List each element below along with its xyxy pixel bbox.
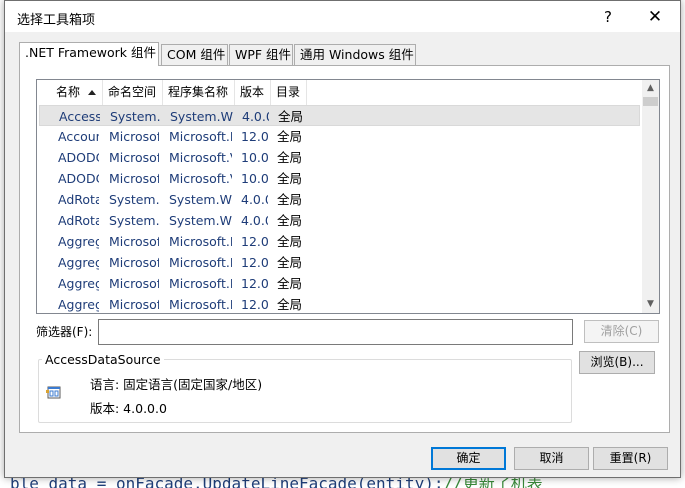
cell-version: 12.0.0.0: [241, 129, 268, 144]
list-item[interactable]: AccessDataSource System.Web.UI.WebControl…: [39, 105, 640, 126]
cell-version: 4.0.0.0: [241, 192, 268, 207]
cell-assembly: System.Web: [170, 109, 233, 124]
cell-version: 12.0.0.0: [241, 234, 268, 249]
list-item[interactable]: AggregateFunction Microsoft.ReportingServ…: [39, 273, 640, 294]
cell-namespace: Microsoft.ReportingServices: [109, 297, 159, 312]
scroll-thumb[interactable]: [643, 97, 658, 106]
cell-namespace: System.Web.UI.WebControls: [110, 109, 160, 124]
cell-directory: 全局: [277, 192, 303, 207]
list-item[interactable]: AdRotator System.Web.UI.MobileControls Sys…: [39, 189, 640, 210]
cell-directory: 全局: [277, 150, 303, 165]
clear-button[interactable]: 清除(C): [584, 320, 659, 343]
cell-namespace: System.Web.UI.WebControls: [109, 213, 159, 228]
ok-button[interactable]: 确定: [431, 447, 506, 470]
cell-directory: 全局: [277, 213, 303, 228]
list-item[interactable]: AggregateFunction Microsoft.ReportingServ…: [39, 294, 640, 313]
list-header: 名称 命名空间 程序集名称 版本 目录: [37, 80, 642, 105]
cell-assembly: Microsoft.ReportViewer: [169, 129, 232, 144]
cell-directory: 全局: [278, 109, 304, 124]
cell-version: 12.0.0.0: [241, 297, 268, 312]
list-item[interactable]: AggregateFunction Microsoft.ReportingServ…: [39, 252, 640, 273]
scroll-up-icon[interactable]: ▲: [642, 80, 659, 97]
list-item[interactable]: AggregateFunction Microsoft.ReportingServ…: [39, 231, 640, 252]
tab-com[interactable]: COM 组件: [161, 44, 228, 65]
tab-panel: 名称 命名空间 程序集名称 版本 目录 AccessDataSource Syst…: [19, 65, 670, 433]
details-title: AccessDataSource: [42, 352, 164, 367]
cell-name: AggregateFunction: [58, 297, 99, 312]
details-language: 语言: 固定语言(固定国家/地区): [90, 377, 263, 392]
browse-button[interactable]: 浏览(B)...: [579, 351, 655, 374]
cell-name: AccountsControl: [58, 129, 99, 144]
cell-directory: 全局: [277, 129, 303, 144]
help-button[interactable]: ?: [591, 4, 625, 30]
column-header-name[interactable]: 名称: [51, 80, 103, 105]
cell-namespace: Microsoft.VisualBasic.Compatibility: [109, 150, 159, 165]
cell-name: ADODC: [58, 171, 99, 186]
list-vertical-scrollbar[interactable]: ▲ ▼: [642, 80, 659, 313]
cell-name: AccessDataSource: [59, 109, 100, 124]
component-list[interactable]: 名称 命名空间 程序集名称 版本 目录 AccessDataSource Syst…: [36, 79, 660, 314]
cell-version: 10.0.0.0: [241, 171, 268, 186]
list-item[interactable]: AccountsControl Microsoft.ReportingServic…: [39, 126, 640, 147]
cell-directory: 全局: [277, 171, 303, 186]
cell-namespace: Microsoft.ReportingServices: [109, 234, 159, 249]
tab-wpf[interactable]: WPF 组件: [229, 44, 293, 65]
cell-assembly: System.Web.Mobile: [169, 192, 232, 207]
cell-assembly: System.Web: [169, 213, 232, 228]
cell-namespace: Microsoft.ReportingServices: [109, 276, 159, 291]
dialog-title: 选择工具箱项: [17, 13, 96, 28]
cell-name: AdRotator: [58, 213, 99, 228]
cell-directory: 全局: [277, 255, 303, 270]
filter-input[interactable]: [98, 319, 573, 345]
cell-name: AggregateFunction: [58, 276, 99, 291]
cell-assembly: Microsoft.ReportViewer: [169, 276, 232, 291]
column-header-assembly[interactable]: 程序集名称: [163, 80, 235, 105]
cancel-button[interactable]: 取消: [514, 447, 589, 470]
title-bar: 选择工具箱项 ? ✕: [5, 1, 680, 32]
cell-namespace: System.Web.UI.MobileControls: [109, 192, 159, 207]
cell-assembly: Microsoft.VisualBasic: [169, 171, 232, 186]
cell-version: 12.0.0.0: [241, 255, 268, 270]
filter-label: 筛选器(F):: [36, 325, 93, 339]
cell-version: 4.0.0.0: [242, 109, 269, 124]
close-button[interactable]: ✕: [635, 4, 675, 30]
list-item[interactable]: AdRotator System.Web.UI.WebControls System…: [39, 210, 640, 231]
cell-assembly: Microsoft.ReportViewer: [169, 297, 232, 312]
cell-directory: 全局: [277, 276, 303, 291]
cell-name: AggregateFunction: [58, 255, 99, 270]
list-item[interactable]: ADODC Microsoft.VisualBasic.Compatibility…: [39, 147, 640, 168]
list-item[interactable]: ADODC Microsoft.VisualBasic.Compatibility…: [39, 168, 640, 189]
cell-version: 12.0.0.0: [241, 276, 268, 291]
reset-button[interactable]: 重置(R): [593, 447, 668, 470]
cell-directory: 全局: [277, 234, 303, 249]
cell-name: ADODC: [58, 150, 99, 165]
column-header-directory[interactable]: 目录: [271, 80, 307, 105]
cell-assembly: Microsoft.ReportViewer: [169, 255, 232, 270]
column-header-label: 名称: [56, 85, 81, 99]
sort-ascending-icon: [88, 90, 96, 95]
cell-directory: 全局: [277, 297, 303, 312]
column-header-version[interactable]: 版本: [235, 80, 271, 105]
scroll-down-icon[interactable]: ▼: [642, 296, 659, 313]
choose-toolbox-items-dialog: 选择工具箱项 ? ✕ .NET Framework 组件 COM 组件 WPF …: [4, 0, 681, 478]
cell-name: AdRotator: [58, 192, 99, 207]
details-version: 版本: 4.0.0.0: [90, 401, 167, 416]
cell-version: 10.0.0.0: [241, 150, 268, 165]
cell-namespace: Microsoft.ReportingServices: [109, 255, 159, 270]
component-icon: [46, 386, 61, 399]
tab-universal-windows[interactable]: 通用 Windows 组件: [294, 44, 416, 65]
cell-namespace: Microsoft.ReportingServices: [109, 129, 159, 144]
column-header-namespace[interactable]: 命名空间: [103, 80, 163, 105]
cell-name: AggregateFunction: [58, 234, 99, 249]
cell-assembly: Microsoft.ReportViewer: [169, 234, 232, 249]
cell-version: 4.0.0.0: [241, 213, 268, 228]
tab-dotnet-framework[interactable]: .NET Framework 组件: [19, 42, 159, 66]
cell-namespace: Microsoft.VisualBasic.Compatibility: [109, 171, 159, 186]
cell-assembly: Microsoft.VisualBasic: [169, 150, 232, 165]
